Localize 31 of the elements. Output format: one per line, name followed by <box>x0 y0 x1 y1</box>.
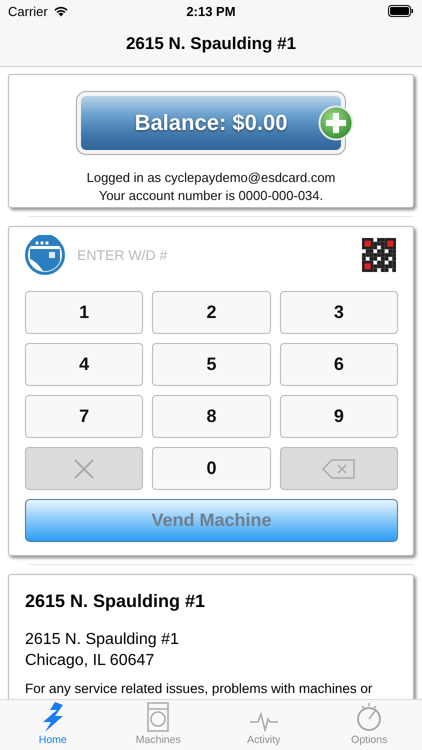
clock-time: 2:13 PM <box>186 4 236 18</box>
digit-key[interactable]: 5 <box>152 343 271 386</box>
qr-code-icon[interactable] <box>362 238 396 272</box>
washer-icon <box>147 702 170 732</box>
close-icon <box>73 458 96 480</box>
carrier-label: Carrier <box>8 4 48 18</box>
pulse-icon <box>248 710 279 732</box>
digit-key[interactable]: 7 <box>25 395 144 438</box>
add-funds-icon[interactable] <box>318 105 354 141</box>
machine-number-field[interactable]: ENTER W/D # <box>77 243 350 267</box>
digit-key[interactable]: 8 <box>152 395 271 438</box>
battery-icon <box>388 5 414 17</box>
digit-key[interactable]: 6 <box>280 343 398 386</box>
wifi-icon <box>52 5 69 17</box>
account-number-text: Your account number is 0000-000-034. <box>98 187 324 205</box>
digit-key[interactable]: 9 <box>280 395 398 438</box>
digit-key[interactable]: 4 <box>25 343 144 386</box>
digit-key[interactable]: 1 <box>25 291 144 334</box>
address-line: 2615 N. Spaulding #1 <box>25 630 180 650</box>
logged-in-text: Logged in as cyclepaydemo@esdcard.com <box>86 169 336 187</box>
washer-icon <box>25 235 65 275</box>
nav-title: 2615 N. Spaulding #1 <box>126 34 296 54</box>
digit-key[interactable]: 3 <box>280 291 398 334</box>
location-name: 2615 N. Spaulding #1 <box>25 591 206 612</box>
backspace-icon <box>322 458 356 478</box>
lightning-icon <box>40 702 65 732</box>
digit-key[interactable]: 0 <box>152 447 271 490</box>
tab-item[interactable]: Home <box>0 700 106 750</box>
service-note-text: For any service related issues, problems with machines or <box>25 681 374 696</box>
address-line: Chicago, IL 60647 <box>25 651 156 671</box>
digit-key[interactable]: 2 <box>152 291 271 334</box>
